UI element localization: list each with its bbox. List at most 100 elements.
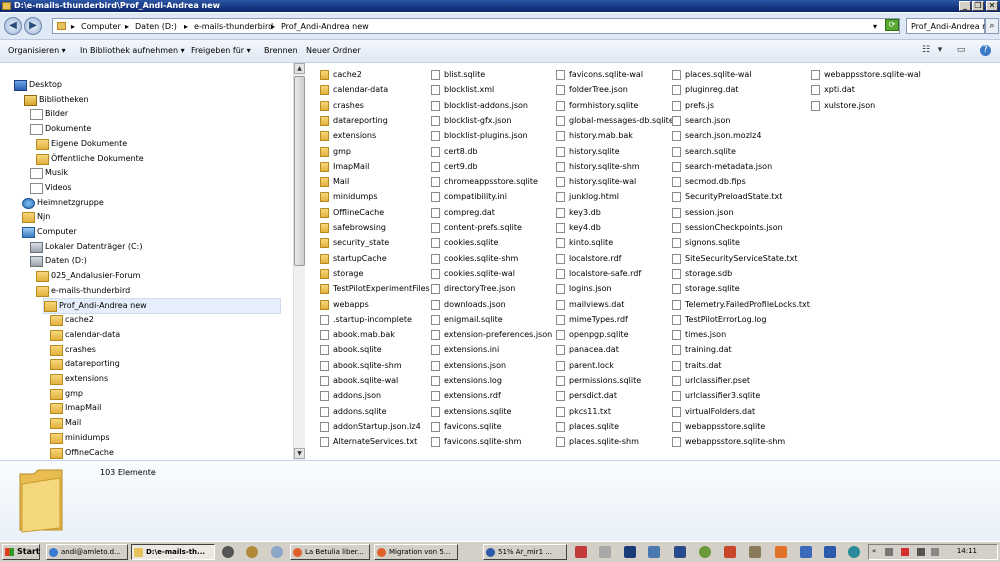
nav-item[interactable]: Öffentliche Dokumente — [36, 152, 280, 166]
nav-item[interactable]: OffineCache — [50, 446, 280, 460]
app-icon[interactable] — [848, 546, 860, 558]
file-name: junklog.html — [569, 192, 619, 202]
file-icon — [556, 207, 565, 218]
app-icon[interactable] — [749, 546, 761, 558]
app-icon[interactable] — [575, 546, 587, 558]
file-icon — [556, 192, 565, 203]
nav-item[interactable]: Dokumente — [30, 122, 280, 136]
organize-button[interactable]: Organisieren ▾ — [8, 46, 66, 55]
task-email[interactable]: andi@amleto.d... — [46, 544, 128, 560]
file-icon — [431, 85, 440, 96]
clock[interactable]: 14:11 — [957, 547, 977, 555]
nav-item[interactable]: Njn — [22, 210, 280, 224]
search-icon[interactable] — [271, 546, 283, 558]
progress-icon — [486, 548, 495, 557]
file-name: minidumps — [333, 192, 378, 202]
app-icon[interactable] — [624, 546, 636, 558]
nav-item[interactable]: Heimnetzgruppe — [22, 196, 280, 210]
chevron-down-icon[interactable]: ▾ — [934, 45, 946, 56]
nav-item[interactable]: Musik — [30, 166, 280, 180]
task-explorer[interactable]: D:\e-mails-th... — [131, 544, 215, 560]
back-button[interactable]: ◀ — [4, 17, 22, 35]
chevron-up-icon[interactable]: « — [872, 547, 876, 555]
burn-button[interactable]: Brennen — [264, 46, 298, 55]
nav-item-label: minidumps — [65, 432, 110, 442]
scrollbar-thumb[interactable] — [294, 76, 305, 266]
scroll-down-arrow-icon[interactable]: ▼ — [294, 448, 305, 459]
nav-item[interactable]: Daten (D:) — [30, 254, 280, 268]
app-icon[interactable] — [599, 546, 611, 558]
nav-item-label: crashes — [65, 344, 96, 354]
breadcrumb-separator: ▸ — [184, 22, 189, 31]
file-icon — [431, 100, 440, 111]
breadcrumb-drive-d[interactable]: Daten (D:) — [135, 22, 177, 31]
doc-icon — [30, 182, 43, 194]
chevron-down-icon[interactable]: ▾ — [873, 22, 877, 31]
nav-item[interactable]: Bibliotheken — [24, 93, 280, 107]
nav-scrollbar[interactable]: ▲ ▼ — [293, 63, 305, 460]
nav-item[interactable]: Lokaler Datenträger (C:) — [30, 240, 280, 254]
app-icon[interactable] — [775, 546, 787, 558]
start-button[interactable]: Start — [2, 544, 40, 560]
task-download[interactable]: 51% Ar_mir1 ... — [483, 544, 567, 560]
include-in-library-button[interactable]: In Bibliothek aufnehmen ▾ — [80, 46, 185, 55]
nav-item[interactable]: cache2 — [50, 313, 280, 327]
desk-icon — [14, 80, 27, 91]
file-name: urlclassifier3.sqlite — [685, 391, 761, 401]
nav-item[interactable]: minidumps — [50, 431, 280, 445]
nav-item[interactable]: Videos — [30, 181, 280, 195]
maximize-button[interactable]: ❐ — [972, 1, 984, 11]
search-input[interactable]: Prof_Andi-Andrea new — [906, 18, 999, 34]
task-firefox-1[interactable]: La Betulia liber... — [290, 544, 370, 560]
file-icon — [556, 100, 565, 111]
breadcrumb-computer[interactable]: Computer — [81, 22, 121, 31]
nav-item[interactable]: datareporting — [50, 357, 280, 371]
app-icon[interactable] — [800, 546, 812, 558]
command-bar: Organisieren ▾ In Bibliothek aufnehmen ▾… — [0, 40, 1000, 63]
nav-item[interactable]: Computer — [22, 225, 280, 239]
app-icon[interactable] — [824, 546, 836, 558]
app-icon[interactable] — [724, 546, 736, 558]
nav-item[interactable]: extensions — [50, 372, 280, 386]
refresh-button[interactable]: ⟳ — [885, 19, 899, 31]
address-field[interactable]: ▸ Computer ▸ Daten (D:) ▸ e-mails-thunde… — [52, 18, 900, 34]
nav-item[interactable]: Eigene Dokumente — [36, 137, 280, 151]
media-icon[interactable] — [222, 546, 234, 558]
nav-item[interactable]: ImapMail — [50, 401, 280, 415]
nav-item[interactable]: calendar-data — [50, 328, 280, 342]
app-icon[interactable] — [699, 546, 711, 558]
scroll-up-arrow-icon[interactable]: ▲ — [294, 63, 305, 74]
nav-item[interactable]: Bilder — [30, 107, 280, 121]
nav-item[interactable]: gmp — [50, 387, 280, 401]
speaker-icon[interactable] — [931, 548, 939, 556]
nav-item[interactable]: Mail — [50, 416, 280, 430]
tray-icon[interactable] — [885, 548, 893, 556]
nav-item[interactable]: Desktop — [14, 78, 280, 92]
tray-icon[interactable] — [917, 548, 925, 556]
tray-icon[interactable] — [901, 548, 909, 556]
forward-button[interactable]: ▶ — [24, 17, 42, 35]
folder-icon — [320, 177, 329, 188]
breadcrumb-emails-thunderbird[interactable]: e-mails-thunderbird — [194, 22, 273, 31]
new-folder-button[interactable]: Neuer Ordner — [306, 46, 361, 55]
close-button[interactable]: ✕ — [986, 1, 998, 11]
help-icon[interactable]: ? — [980, 45, 991, 56]
app-icon[interactable] — [246, 546, 258, 558]
breadcrumb-current-folder[interactable]: Prof_Andi-Andrea new — [281, 22, 369, 31]
file-name: storage.sqlite — [685, 284, 740, 294]
file-name: SiteSecurityServiceState.txt — [685, 253, 798, 263]
nav-item[interactable]: crashes — [50, 343, 280, 357]
app-icon[interactable] — [674, 546, 686, 558]
nav-item[interactable]: 025_Andalusier-Forum — [36, 269, 280, 283]
folder-icon — [2, 2, 11, 10]
task-firefox-2[interactable]: Migration von 5... — [374, 544, 458, 560]
share-with-button[interactable]: Freigeben für ▾ — [191, 46, 251, 55]
minimize-button[interactable]: _ — [959, 1, 971, 11]
search-icon[interactable]: ⌕ — [985, 18, 999, 34]
app-icon[interactable] — [648, 546, 660, 558]
nav-item[interactable]: e-mails-thunderbird — [36, 284, 280, 298]
nav-item[interactable]: Prof_Andi-Andrea new — [43, 297, 281, 314]
preview-pane-icon[interactable]: ▭ — [955, 45, 967, 56]
nav-item-label: gmp — [65, 388, 83, 398]
view-options-icon[interactable]: ☷ — [920, 45, 932, 56]
